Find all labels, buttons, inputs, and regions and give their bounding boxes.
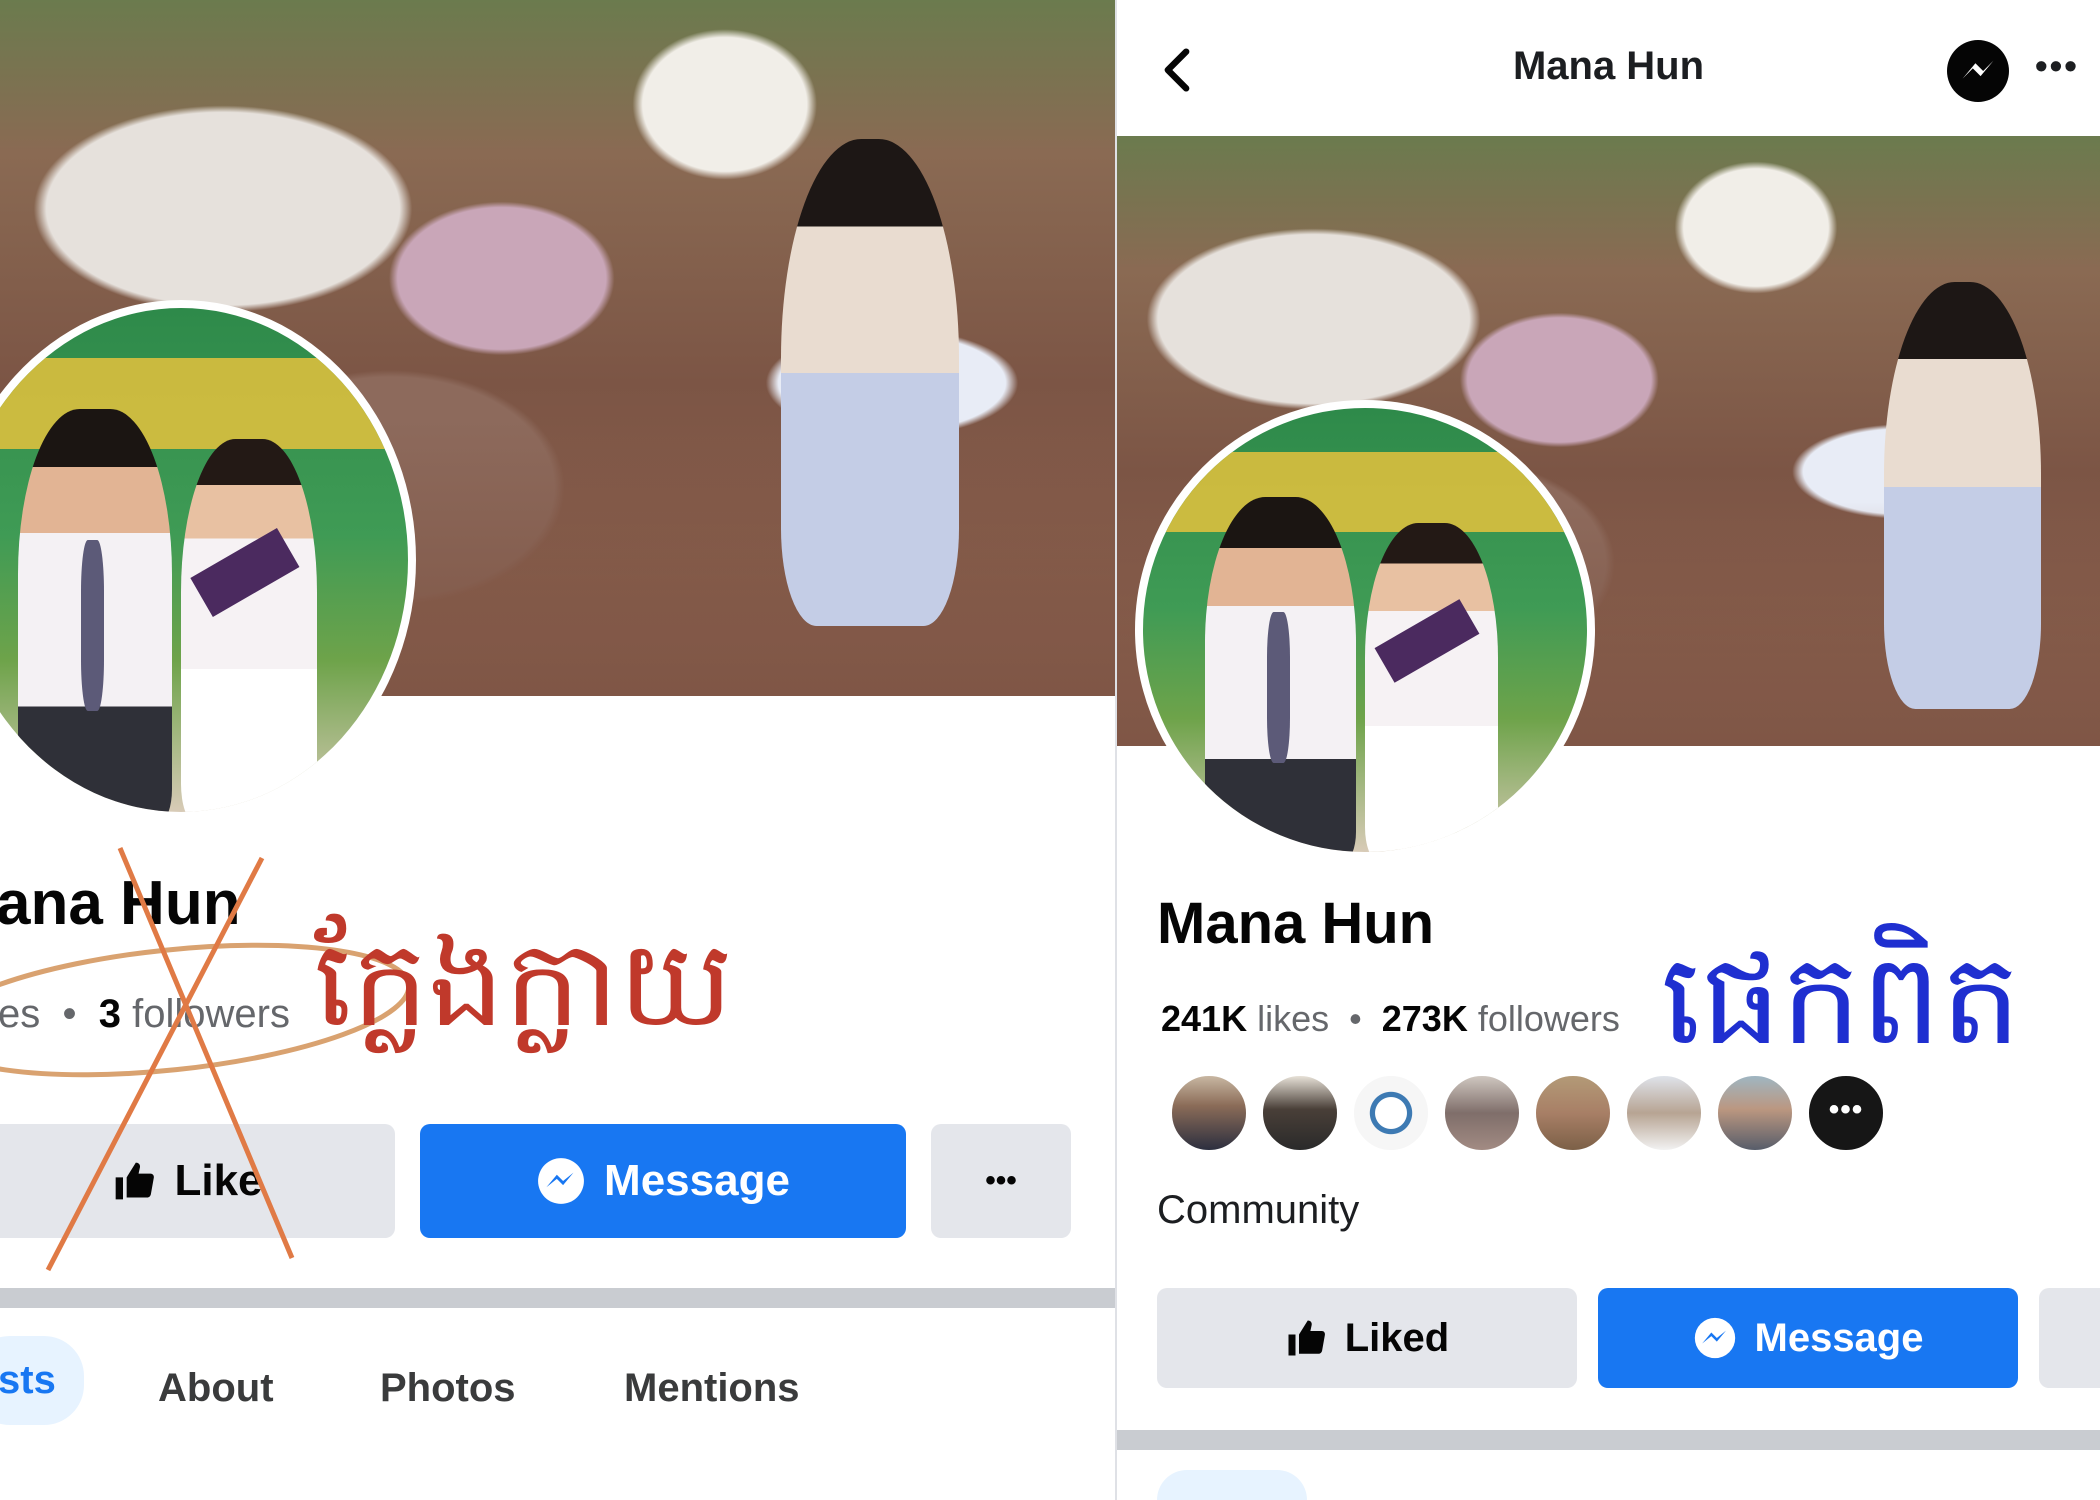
followers-label[interactable]: followers [1478, 998, 1620, 1039]
more-button[interactable] [2039, 1288, 2100, 1388]
liked-button[interactable]: Liked [1157, 1288, 1577, 1388]
followers-count: 273K [1381, 998, 1468, 1039]
likes-label[interactable]: likes [1257, 998, 1329, 1039]
tab-posts-partial[interactable] [1157, 1470, 1307, 1500]
real-page-screenshot: Mana Hun ••• Mana Hun 241K likes • 273K … [1117, 0, 2100, 1500]
liked-button-label: Liked [1344, 1315, 1450, 1360]
message-button[interactable]: Message [1598, 1288, 2018, 1388]
cover-woman [1883, 282, 2041, 710]
page-stats: 241K likes • 273K followers [1161, 998, 1620, 1040]
more-options-icon[interactable]: ••• [2035, 48, 2079, 84]
stats-dot: • [1339, 998, 1372, 1039]
friend-avatar[interactable] [1169, 1073, 1249, 1153]
page-category: Community [1157, 1188, 1360, 1232]
friend-avatar[interactable] [1351, 1073, 1431, 1153]
avatar-tie [1267, 612, 1290, 764]
friend-avatar[interactable] [1533, 1073, 1613, 1153]
red-strike-annotation [0, 847, 412, 1272]
more-friends-icon[interactable]: ••• [1806, 1073, 1886, 1153]
friend-avatar[interactable] [1715, 1073, 1795, 1153]
fake-page-screenshot: ana Hun es • 3 followers Like Message ••… [0, 0, 1115, 1500]
messenger-icon[interactable] [1947, 40, 2009, 102]
avatar-woman [1365, 523, 1499, 852]
friend-avatar[interactable] [1260, 1073, 1340, 1153]
friend-avatar[interactable] [1624, 1073, 1704, 1153]
messenger-icon [1694, 1317, 1735, 1359]
likes-count: 241K [1161, 998, 1248, 1039]
page-name: Mana Hun [1157, 891, 1435, 956]
avatar-banner [1143, 452, 1587, 533]
friend-avatar[interactable] [1442, 1073, 1522, 1153]
profile-picture[interactable] [1135, 400, 1595, 860]
thumbs-up-icon [1288, 1320, 1325, 1356]
message-button-label: Message [1754, 1315, 1924, 1360]
friends-who-like: ••• [1169, 1073, 1897, 1153]
messenger-glyph-icon [1962, 60, 1994, 79]
top-bar: Mana Hun ••• [1117, 0, 2100, 136]
fake-label-annotation: ក្លែងក្លាយ [314, 915, 733, 1054]
section-separator [1117, 1430, 2100, 1450]
